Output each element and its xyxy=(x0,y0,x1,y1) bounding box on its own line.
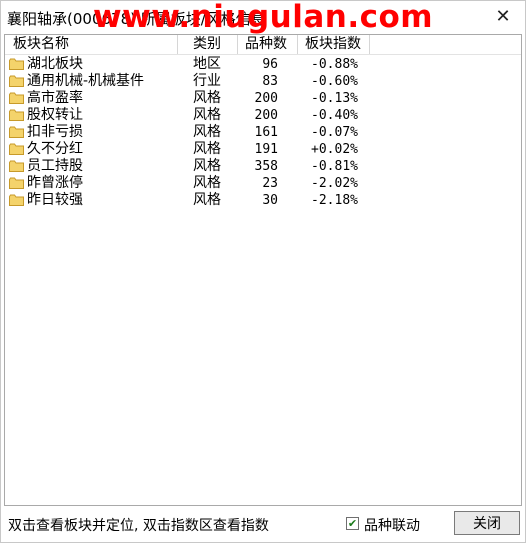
cell-category: 风格 xyxy=(193,124,221,140)
table-row[interactable]: 久不分红 风格 191 +0.02% xyxy=(5,141,521,158)
cell-block-name: 昨曾涨停 xyxy=(27,175,83,191)
cell-category: 风格 xyxy=(193,90,221,106)
column-header-category[interactable]: 类别 xyxy=(178,35,238,54)
close-icon[interactable]: ✕ xyxy=(491,5,515,29)
cell-category: 风格 xyxy=(193,141,221,157)
cell-category: 风格 xyxy=(193,107,221,123)
table-row[interactable]: 员工持股 风格 358 -0.81% xyxy=(5,158,521,175)
cell-count: 23 xyxy=(262,176,278,191)
folder-icon xyxy=(9,143,24,155)
cell-count: 30 xyxy=(262,193,278,208)
cell-count: 200 xyxy=(254,91,278,106)
block-list[interactable]: 板块名称 类别 品种数 板块指数 湖北板块 地区 96 -0.88% 通用机械-机械基件… xyxy=(4,34,522,506)
list-header: 板块名称 类别 品种数 板块指数 xyxy=(5,35,521,55)
table-row[interactable]: 股权转让 风格 200 -0.40% xyxy=(5,107,521,124)
cell-count: 191 xyxy=(254,142,278,157)
table-row[interactable]: 高市盈率 风格 200 -0.13% xyxy=(5,90,521,107)
cell-index: -0.60% xyxy=(311,74,358,89)
cell-category: 行业 xyxy=(193,73,221,89)
status-hint: 双击查看板块并定位, 双击指数区查看指数 xyxy=(8,518,269,534)
cell-block-name: 员工持股 xyxy=(27,158,83,174)
folder-icon xyxy=(9,75,24,87)
cell-block-name: 通用机械-机械基件 xyxy=(27,73,145,89)
folder-icon xyxy=(9,160,24,172)
cell-block-name: 湖北板块 xyxy=(27,56,83,72)
cell-block-name: 久不分红 xyxy=(27,141,83,157)
folder-icon xyxy=(9,177,24,189)
folder-icon xyxy=(9,126,24,138)
cell-count: 358 xyxy=(254,159,278,174)
cell-count: 200 xyxy=(254,108,278,123)
folder-icon xyxy=(9,92,24,104)
column-header-index[interactable]: 板块指数 xyxy=(298,35,370,54)
block-info-dialog: 襄阳轴承(000678) 所属板块/风格信息 www.niugulan.com … xyxy=(0,0,526,543)
close-button[interactable]: 关闭 xyxy=(454,511,520,535)
cell-block-name: 扣非亏损 xyxy=(27,124,83,140)
cell-block-name: 昨日较强 xyxy=(27,192,83,208)
cell-category: 风格 xyxy=(193,192,221,208)
cell-index: +0.02% xyxy=(311,142,358,157)
table-row[interactable]: 昨日较强 风格 30 -2.18% xyxy=(5,192,521,209)
cell-count: 96 xyxy=(262,57,278,72)
check-mark-icon: ✔ xyxy=(347,517,358,530)
folder-icon xyxy=(9,58,24,70)
column-header-count[interactable]: 品种数 xyxy=(238,35,298,54)
cell-index: -0.81% xyxy=(311,159,358,174)
title-bar: 襄阳轴承(000678) 所属板块/风格信息 www.niugulan.com … xyxy=(1,0,525,35)
cell-index: -0.13% xyxy=(311,91,358,106)
cell-index: -0.07% xyxy=(311,125,358,140)
cell-index: -0.40% xyxy=(311,108,358,123)
table-row[interactable]: 昨曾涨停 风格 23 -2.02% xyxy=(5,175,521,192)
cell-block-name: 高市盈率 xyxy=(27,90,83,106)
table-row[interactable]: 通用机械-机械基件 行业 83 -0.60% xyxy=(5,73,521,90)
watermark-text: www.niugulan.com xyxy=(93,0,434,35)
cell-count: 83 xyxy=(262,74,278,89)
cell-count: 161 xyxy=(254,125,278,140)
cell-category: 地区 xyxy=(193,56,221,72)
cell-category: 风格 xyxy=(193,158,221,174)
linkage-checkbox-label[interactable]: 品种联动 xyxy=(364,515,420,535)
table-row[interactable]: 湖北板块 地区 96 -0.88% xyxy=(5,56,521,73)
cell-index: -2.02% xyxy=(311,176,358,191)
cell-block-name: 股权转让 xyxy=(27,107,83,123)
linkage-checkbox[interactable]: ✔ xyxy=(346,517,359,530)
folder-icon xyxy=(9,194,24,206)
cell-index: -0.88% xyxy=(311,57,358,72)
cell-category: 风格 xyxy=(193,175,221,191)
cell-index: -2.18% xyxy=(311,193,358,208)
folder-icon xyxy=(9,109,24,121)
table-row[interactable]: 扣非亏损 风格 161 -0.07% xyxy=(5,124,521,141)
column-header-name[interactable]: 板块名称 xyxy=(5,35,178,54)
